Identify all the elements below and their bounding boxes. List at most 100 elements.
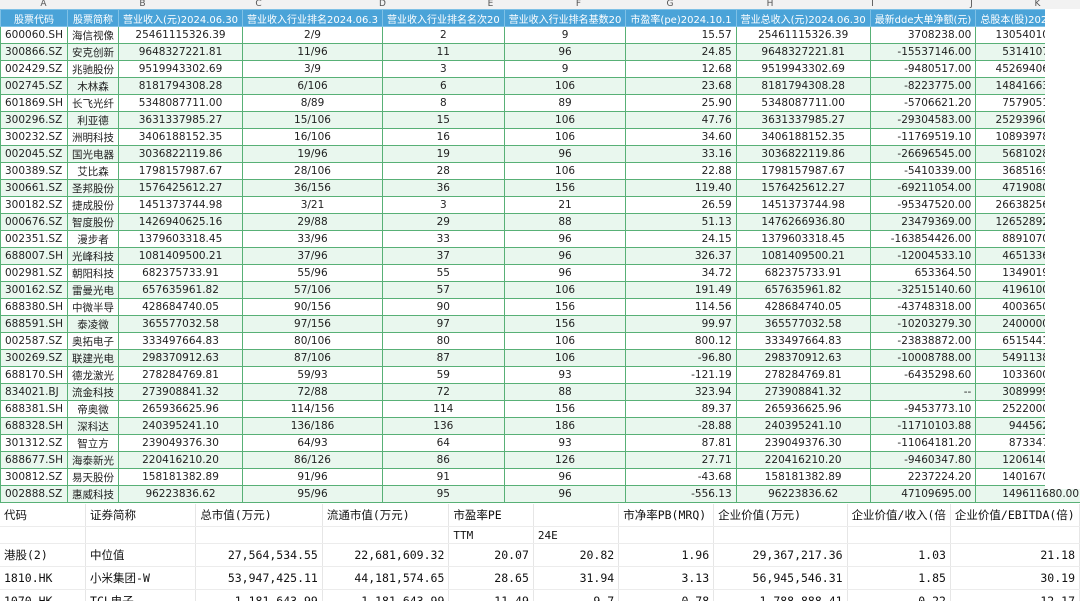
table-cell[interactable]: 25461115326.39: [117, 26, 244, 44]
summary-cell[interactable]: 代码: [0, 504, 87, 527]
table-cell[interactable]: 99.97: [625, 315, 737, 333]
table-cell[interactable]: 97: [381, 315, 505, 333]
header-cell[interactable]: 最新dde大单净额(元): [869, 9, 977, 27]
table-cell[interactable]: 3631337985.27: [117, 111, 244, 129]
table-cell[interactable]: 87: [381, 349, 505, 367]
table-cell[interactable]: 106: [503, 349, 627, 367]
table-cell[interactable]: 11: [381, 43, 505, 61]
column-letter[interactable]: K: [1020, 0, 1055, 9]
table-cell[interactable]: 96223836.62: [117, 485, 244, 503]
table-cell[interactable]: 002745.SZ: [0, 77, 68, 95]
table-cell[interactable]: 33: [381, 230, 505, 248]
table-cell[interactable]: 86: [381, 451, 505, 469]
table-cell[interactable]: 28/106: [242, 162, 383, 180]
table-cell[interactable]: 1451373744.98: [117, 196, 244, 214]
table-cell[interactable]: 5348087711.00: [117, 94, 244, 112]
table-cell[interactable]: 23.68: [625, 77, 737, 95]
table-cell[interactable]: 兆驰股份: [66, 60, 119, 78]
table-cell[interactable]: 长飞光纤: [66, 94, 119, 112]
table-cell[interactable]: 96: [503, 247, 627, 265]
table-cell[interactable]: 96: [503, 230, 627, 248]
summary-cell[interactable]: 20.82: [533, 543, 620, 567]
table-cell[interactable]: 2: [381, 26, 505, 44]
table-cell[interactable]: 29: [381, 213, 505, 231]
summary-cell[interactable]: 44,181,574.65: [322, 566, 450, 590]
table-cell[interactable]: 33/96: [242, 230, 383, 248]
table-cell[interactable]: 惠威科技: [66, 485, 119, 503]
table-cell[interactable]: 326.37: [625, 247, 737, 265]
table-cell[interactable]: -9480517.00: [869, 60, 977, 78]
table-cell[interactable]: 15: [381, 111, 505, 129]
table-cell[interactable]: 64: [381, 434, 505, 452]
table-cell[interactable]: 156: [503, 315, 627, 333]
table-cell[interactable]: 圣邦股份: [66, 179, 119, 197]
table-cell[interactable]: 3036822119.86: [735, 145, 871, 163]
table-cell[interactable]: 51.13: [625, 213, 737, 231]
table-cell[interactable]: 333497664.83: [735, 332, 871, 350]
table-cell[interactable]: 300182.SZ: [0, 196, 68, 214]
table-cell[interactable]: 682375733.91: [735, 264, 871, 282]
column-letter[interactable]: A: [0, 0, 87, 9]
summary-cell[interactable]: 港股(2): [0, 543, 87, 567]
table-cell[interactable]: 33.16: [625, 145, 737, 163]
table-cell[interactable]: 36: [381, 179, 505, 197]
table-cell[interactable]: 300866.SZ: [0, 43, 68, 61]
table-cell[interactable]: 91: [381, 468, 505, 486]
column-letter[interactable]: B: [87, 0, 198, 9]
table-cell[interactable]: 158181382.89: [117, 468, 244, 486]
table-cell[interactable]: 洲明科技: [66, 128, 119, 146]
table-cell[interactable]: -28.88: [625, 417, 737, 435]
header-cell[interactable]: 营业收入行业排名2024.06.3: [242, 9, 383, 27]
summary-cell[interactable]: 1070.HK: [0, 589, 87, 601]
table-cell[interactable]: 8181794308.28: [735, 77, 871, 95]
table-cell[interactable]: 96: [503, 485, 627, 503]
table-cell[interactable]: 9519943302.69: [117, 60, 244, 78]
table-cell[interactable]: -10203279.30: [869, 315, 977, 333]
table-cell[interactable]: 3406188152.35: [735, 128, 871, 146]
summary-cell[interactable]: [533, 504, 620, 527]
summary-cell[interactable]: 1.85: [847, 566, 951, 590]
table-cell[interactable]: 002981.SZ: [0, 264, 68, 282]
table-cell[interactable]: 688170.SH: [0, 366, 68, 384]
table-cell[interactable]: 688591.SH: [0, 315, 68, 333]
table-cell[interactable]: 29/88: [242, 213, 383, 231]
table-cell[interactable]: 186: [503, 417, 627, 435]
table-cell[interactable]: 600060.SH: [0, 26, 68, 44]
table-cell[interactable]: 89: [503, 94, 627, 112]
table-cell[interactable]: 1476266936.80: [735, 213, 871, 231]
table-cell[interactable]: 239049376.30: [735, 434, 871, 452]
table-cell[interactable]: 1081409500.21: [735, 247, 871, 265]
table-cell[interactable]: 帝奥微: [66, 400, 119, 418]
table-cell[interactable]: 273908841.32: [117, 383, 244, 401]
table-cell[interactable]: 泰凌微: [66, 315, 119, 333]
table-cell[interactable]: 156: [503, 179, 627, 197]
summary-cell[interactable]: 总市值(万元): [195, 504, 323, 527]
table-cell[interactable]: 688381.SH: [0, 400, 68, 418]
header-cell[interactable]: 股票代码: [0, 9, 68, 27]
table-cell[interactable]: 19/96: [242, 145, 383, 163]
summary-cell[interactable]: [85, 526, 197, 544]
summary-cell[interactable]: [0, 526, 87, 544]
table-cell[interactable]: 1451373744.98: [735, 196, 871, 214]
table-cell[interactable]: 90/156: [242, 298, 383, 316]
table-cell[interactable]: 36/156: [242, 179, 383, 197]
summary-cell[interactable]: 30.19: [950, 566, 1080, 590]
table-cell[interactable]: 47.76: [625, 111, 737, 129]
table-cell[interactable]: 97/156: [242, 315, 383, 333]
table-cell[interactable]: 3406188152.35: [117, 128, 244, 146]
table-cell[interactable]: 3: [381, 196, 505, 214]
table-cell[interactable]: 59: [381, 366, 505, 384]
table-cell[interactable]: 15/106: [242, 111, 383, 129]
summary-cell[interactable]: [847, 526, 951, 544]
table-cell[interactable]: 朝阳科技: [66, 264, 119, 282]
table-cell[interactable]: 8: [381, 94, 505, 112]
summary-cell[interactable]: 0.78: [618, 589, 715, 601]
summary-cell[interactable]: 9.7: [533, 589, 620, 601]
table-cell[interactable]: -32515140.60: [869, 281, 977, 299]
table-cell[interactable]: 240395241.10: [735, 417, 871, 435]
table-cell[interactable]: -5706621.20: [869, 94, 977, 112]
table-cell[interactable]: 55: [381, 264, 505, 282]
table-cell[interactable]: 95/96: [242, 485, 383, 503]
table-cell[interactable]: 37/96: [242, 247, 383, 265]
table-cell[interactable]: 96223836.62: [735, 485, 871, 503]
